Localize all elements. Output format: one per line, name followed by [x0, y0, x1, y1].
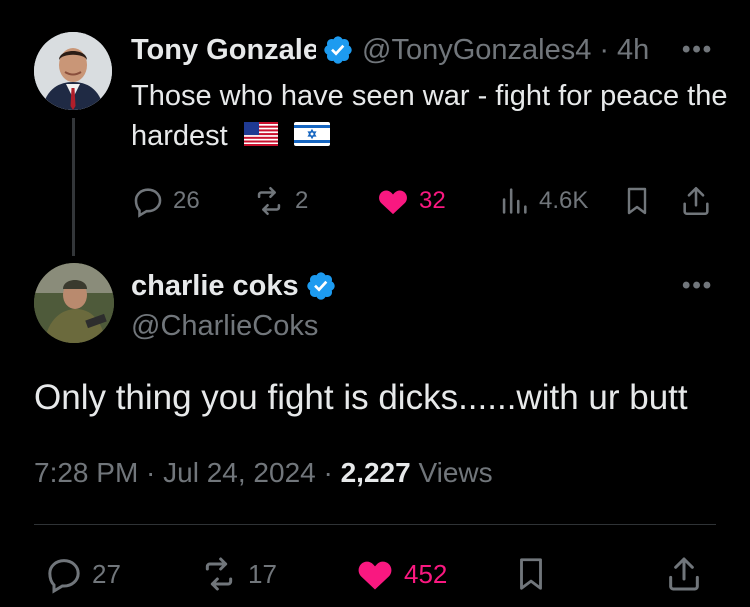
avatar-image — [34, 263, 114, 343]
views-button[interactable]: 4.6K — [497, 184, 588, 218]
share-button[interactable] — [664, 554, 704, 594]
repost-button[interactable]: 2 — [251, 184, 308, 218]
tweet-action-bar: 27 17 452 — [34, 554, 716, 594]
more-options-icon[interactable]: ••• — [682, 272, 713, 300]
views-chart-icon — [502, 188, 527, 214]
heart-filled-icon — [358, 561, 392, 590]
tweet-timestamp[interactable]: · 4h — [599, 34, 649, 67]
author-name[interactable]: charlie coks — [131, 270, 299, 303]
reply-button[interactable]: 27 — [44, 554, 121, 594]
share-icon — [669, 557, 699, 591]
avatar[interactable] — [34, 32, 112, 110]
author-handle[interactable]: @TonyGonzales4 — [362, 34, 591, 67]
bookmark-button[interactable] — [512, 554, 550, 594]
like-count: 32 — [419, 187, 446, 214]
israel-flag-icon — [293, 122, 330, 147]
views-count: 2,227 — [340, 457, 411, 488]
share-icon — [683, 186, 709, 216]
divider — [34, 524, 716, 525]
like-count: 452 — [404, 558, 448, 589]
repost-icon — [205, 557, 233, 591]
views-label: Views — [410, 457, 493, 488]
bookmark-icon — [627, 187, 647, 215]
author-name[interactable]: Tony Gonzales — [131, 34, 316, 67]
tweet-timestamp[interactable]: 7:28 PM · Jul 24, 2024 · — [34, 457, 341, 488]
reply-count: 26 — [173, 187, 200, 214]
repost-count: 17 — [248, 558, 277, 589]
share-button[interactable] — [679, 184, 713, 218]
views-count: 4.6K — [539, 187, 589, 214]
thread-connector-line — [72, 118, 75, 256]
tweet-action-bar: 26 2 32 4.6K — [131, 182, 721, 218]
reply-icon — [134, 188, 162, 218]
like-button[interactable]: 32 — [375, 184, 446, 218]
reply-button[interactable]: 26 — [131, 184, 200, 218]
bookmark-button[interactable] — [621, 184, 653, 218]
like-button[interactable]: 452 — [354, 554, 447, 594]
tweet-text: Only thing you fight is dicks......with … — [34, 378, 688, 417]
tweet-text: Those who have seen war - fight for peac… — [131, 76, 731, 156]
repost-count: 2 — [295, 187, 309, 214]
avatar-image — [34, 32, 112, 110]
reply-count: 27 — [92, 558, 121, 589]
us-flag-icon — [243, 122, 278, 147]
repost-icon — [257, 186, 281, 216]
repost-button[interactable]: 17 — [198, 554, 277, 594]
more-options-icon[interactable]: ••• — [682, 36, 713, 64]
tweet-metadata: 7:28 PM · Jul 24, 2024 · 2,227 Views — [34, 454, 493, 492]
heart-filled-icon — [379, 190, 407, 215]
reply-icon — [48, 559, 80, 594]
bookmark-icon — [520, 558, 542, 590]
avatar[interactable] — [34, 263, 114, 343]
tweet-header: Tony Gonzales @TonyGonzales4 · 4h — [131, 30, 649, 70]
tweet-header: charlie coks — [131, 266, 337, 306]
verified-badge-icon[interactable] — [305, 270, 337, 302]
author-handle[interactable]: @CharlieCoks — [131, 306, 318, 346]
verified-badge-icon[interactable] — [322, 34, 354, 66]
tweet-text-content: Those who have seen war - fight for peac… — [131, 80, 728, 152]
